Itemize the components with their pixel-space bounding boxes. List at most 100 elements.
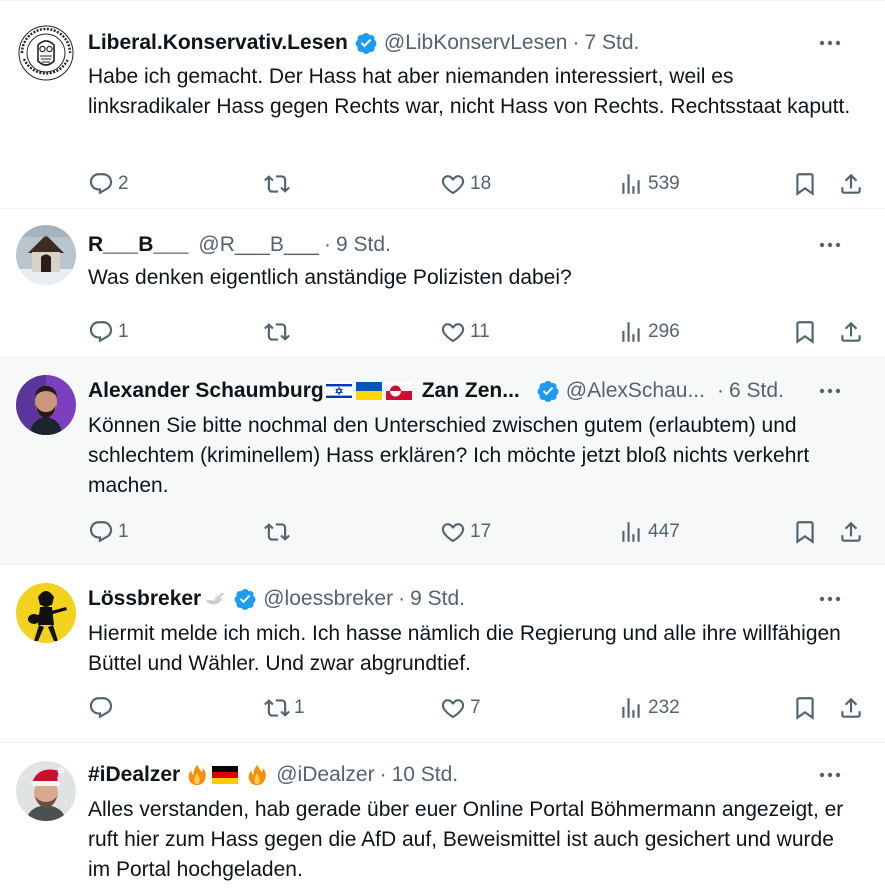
- avatar[interactable]: [16, 225, 76, 285]
- more-icon[interactable]: [815, 231, 845, 259]
- tweet[interactable]: Lössbreker @loessbreker · 9 Std. Hiermit…: [0, 565, 885, 743]
- heart-icon: [441, 175, 465, 195]
- separator: ·: [379, 763, 387, 786]
- repost-button[interactable]: [264, 167, 294, 201]
- like-button[interactable]: 17: [440, 515, 491, 549]
- display-name[interactable]: Alexander Schaumburg: [88, 379, 324, 403]
- separator: ·: [398, 587, 406, 610]
- display-name[interactable]: Liberal.Konservativ.Lesen: [88, 31, 348, 55]
- like-count: 7: [470, 697, 481, 718]
- avatar[interactable]: [16, 761, 76, 821]
- share-icon: [841, 521, 861, 542]
- separator: ·: [716, 379, 724, 402]
- man-portrait-avatar: [16, 375, 76, 435]
- more-icon[interactable]: [815, 761, 845, 789]
- repost-icon: [264, 699, 290, 717]
- user-handle[interactable]: @AlexSchau...: [566, 379, 705, 403]
- guitarist-illustration-avatar: [16, 583, 76, 643]
- reply-icon: [89, 173, 113, 195]
- tweet[interactable]: Alexander Schaumburg Zan Zen... @AlexSch…: [0, 357, 885, 565]
- display-name[interactable]: #iDealzer: [88, 763, 180, 787]
- heart-icon: [441, 323, 465, 343]
- avatar[interactable]: [16, 375, 76, 435]
- timestamp[interactable]: 7 Std.: [584, 31, 639, 55]
- reply-button[interactable]: [88, 691, 118, 725]
- tweet[interactable]: R___B___ @R___B___ · 9 Std. Was denken e…: [0, 209, 885, 357]
- views-icon: [622, 522, 640, 542]
- share-button[interactable]: [838, 691, 864, 725]
- share-button[interactable]: [838, 515, 864, 549]
- reply-count: 2: [118, 173, 129, 194]
- views-icon: [622, 322, 640, 342]
- repost-button[interactable]: [264, 515, 294, 549]
- tweet-text: Was denken eigentlich anständige Polizis…: [88, 266, 572, 289]
- repost-button[interactable]: 1: [264, 691, 305, 725]
- reply-count: 1: [118, 321, 129, 342]
- santa-hat-man-avatar: [16, 761, 76, 821]
- view-count: 296: [648, 321, 680, 342]
- like-button[interactable]: 7: [440, 691, 481, 725]
- bookmark-button[interactable]: [792, 315, 818, 349]
- bookmark-button[interactable]: [792, 691, 818, 725]
- heart-icon: [441, 523, 465, 543]
- reply-button[interactable]: 1: [88, 315, 129, 349]
- tweet-text: Hiermit melde ich mich. Ich hasse nämlic…: [88, 622, 841, 675]
- verified-badge-icon: [355, 33, 377, 54]
- more-icon[interactable]: [815, 29, 845, 57]
- display-name[interactable]: Lössbreker: [88, 587, 201, 611]
- chapel-photo-avatar: [16, 225, 76, 285]
- israel-flag-icon: [325, 382, 352, 400]
- fire-icon: [248, 764, 267, 786]
- more-icon[interactable]: [815, 585, 845, 613]
- avatar[interactable]: [16, 583, 76, 643]
- greenland-flag-icon: [385, 382, 412, 400]
- reply-icon: [89, 697, 113, 719]
- verified-badge-icon: [234, 589, 256, 610]
- bookmark-button[interactable]: [792, 167, 818, 201]
- display-name[interactable]: R___B___: [88, 233, 188, 257]
- germany-flag-icon: [212, 766, 239, 784]
- tweet[interactable]: #iDealzer @iDealzer · 10 Std. Alles vers…: [0, 743, 885, 893]
- repost-icon: [264, 523, 290, 541]
- like-count: 18: [470, 173, 492, 194]
- timestamp[interactable]: 10 Std.: [392, 763, 459, 787]
- repost-icon: [264, 323, 290, 341]
- repost-icon: [264, 175, 290, 193]
- share-button[interactable]: [838, 167, 864, 201]
- timestamp[interactable]: 6 Std.: [729, 379, 784, 403]
- user-handle[interactable]: @iDealzer: [276, 763, 374, 787]
- timestamp[interactable]: 9 Std.: [410, 587, 465, 611]
- bookmark-icon: [796, 521, 814, 544]
- repost-button[interactable]: [264, 315, 294, 349]
- reply-button[interactable]: 1: [88, 515, 129, 549]
- timestamp[interactable]: 9 Std.: [336, 233, 391, 257]
- views-button[interactable]: 539: [618, 167, 680, 201]
- view-count: 232: [648, 697, 680, 718]
- display-name-suffix[interactable]: Zan Zen...: [422, 379, 520, 403]
- user-handle[interactable]: @R___B___: [198, 233, 319, 257]
- reply-icon: [89, 521, 113, 543]
- reply-feed: Liberal.Konservativ.Lesen @LibKonservLes…: [0, 0, 885, 893]
- views-button[interactable]: 296: [618, 315, 680, 349]
- tweet[interactable]: Liberal.Konservativ.Lesen @LibKonservLes…: [0, 1, 885, 209]
- views-icon: [622, 698, 640, 718]
- dove-icon: [205, 592, 225, 605]
- bookmark-button[interactable]: [792, 515, 818, 549]
- views-button[interactable]: 447: [618, 515, 680, 549]
- more-icon[interactable]: [815, 377, 845, 405]
- like-button[interactable]: 18: [440, 167, 491, 201]
- bookmark-icon: [796, 173, 814, 196]
- user-handle[interactable]: @LibKonservLesen: [384, 31, 568, 55]
- like-button[interactable]: 11: [440, 315, 490, 349]
- reply-button[interactable]: 2: [88, 167, 129, 201]
- like-count: 11: [470, 321, 490, 342]
- reply-icon: [89, 321, 113, 343]
- avatar[interactable]: [16, 23, 76, 83]
- user-handle[interactable]: @loessbreker: [263, 587, 393, 611]
- separator: ·: [323, 233, 331, 256]
- bookmark-icon: [796, 321, 814, 344]
- views-icon: [622, 174, 640, 194]
- ukraine-flag-icon: [355, 382, 382, 400]
- views-button[interactable]: 232: [618, 691, 680, 725]
- share-button[interactable]: [838, 315, 864, 349]
